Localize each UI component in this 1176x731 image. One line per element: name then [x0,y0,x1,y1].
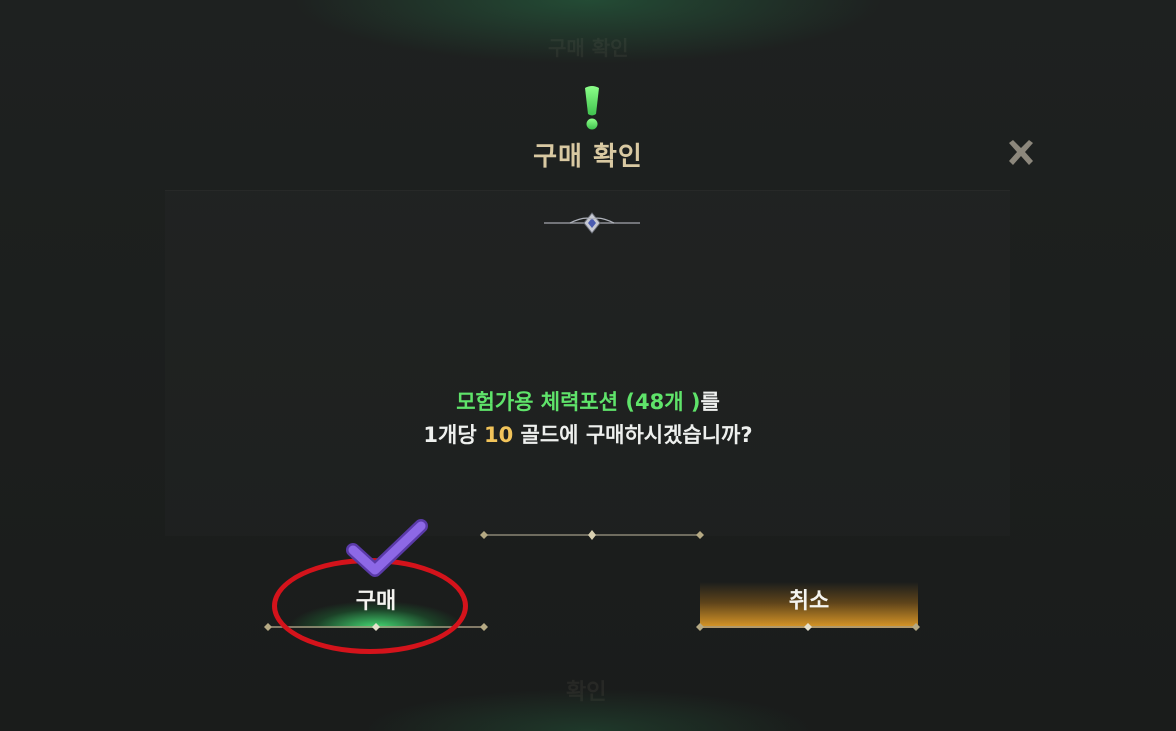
cancel-button[interactable]: 취소 [696,582,920,631]
close-x-icon[interactable] [1003,135,1039,171]
unit-price: 10 [484,423,514,447]
purple-checkmark-icon [346,519,428,577]
background-confirm-text: 확인 [566,680,607,705]
exclamation-icon [585,86,599,130]
cancel-button-underline [696,623,920,631]
object-particle: 를 [700,390,720,414]
message-line-1: 모험가용 체력포션 (48개 )를 [0,386,1176,419]
purchase-question: 골드에 구매하시겠습니까? [520,423,753,447]
dialog-title: 구매 확인 [533,142,643,172]
item-quantity: 48개 [635,390,684,414]
background-title-text: 구매 확인 [548,36,629,60]
title-ornament [544,212,640,234]
cancel-button-label: 취소 [788,589,830,614]
message-divider [480,530,704,540]
message-line-2: 1개당 10 골드에 구매하시겠습니까? [0,419,1176,452]
per-unit-label: 1개당 [423,423,477,447]
quantity-open-paren: ( [625,390,635,414]
item-name: 모험가용 체력포션 [456,390,619,414]
confirm-message: 모험가용 체력포션 (48개 )를 1개당 10 골드에 구매하시겠습니까? [0,386,1176,452]
background-panel [165,190,1010,536]
